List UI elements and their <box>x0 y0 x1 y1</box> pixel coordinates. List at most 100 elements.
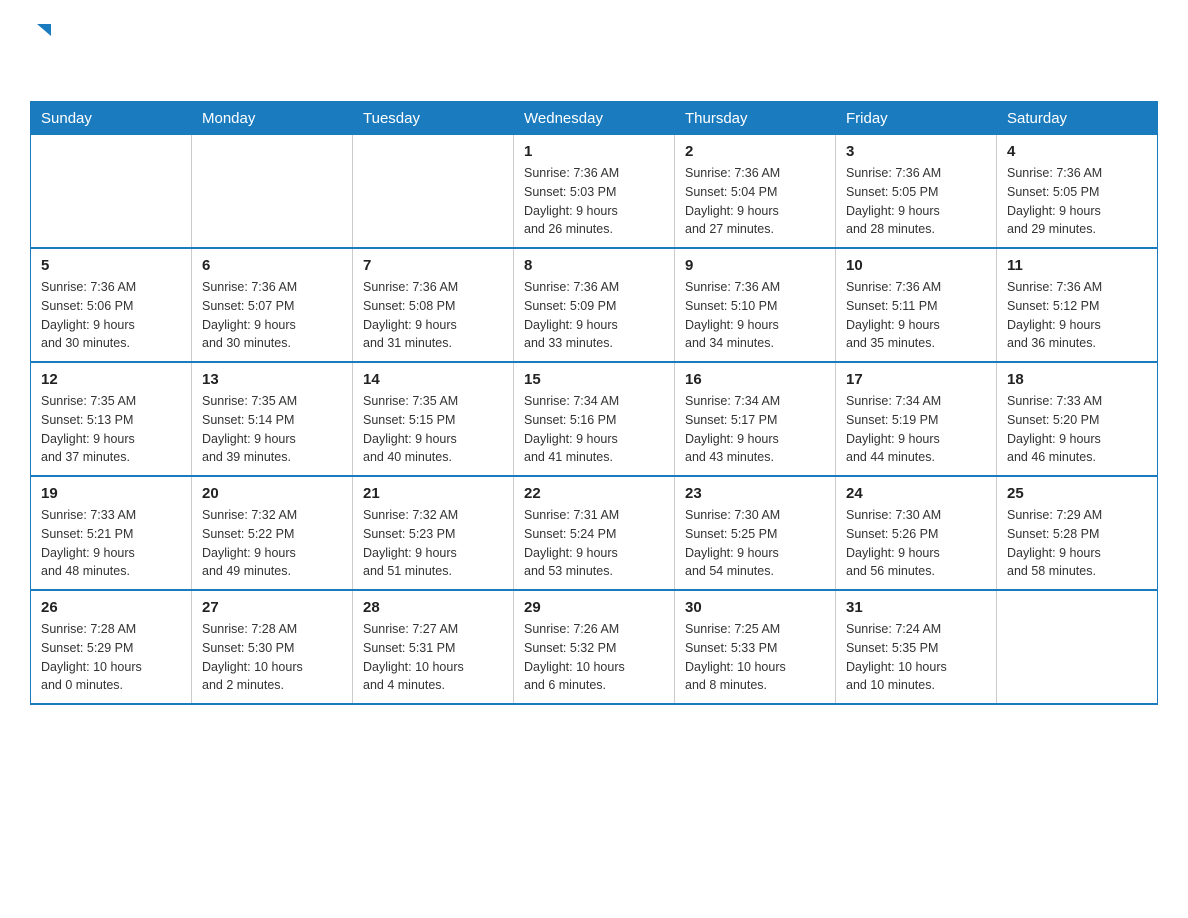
day-number: 26 <box>41 599 181 616</box>
day-info: Sunrise: 7:35 AMSunset: 5:13 PMDaylight:… <box>41 392 181 467</box>
day-info: Sunrise: 7:34 AMSunset: 5:17 PMDaylight:… <box>685 392 825 467</box>
day-number: 9 <box>685 257 825 274</box>
day-number: 4 <box>1007 143 1147 160</box>
day-number: 14 <box>363 371 503 388</box>
calendar-cell: 12 Sunrise: 7:35 AMSunset: 5:13 PMDayligh… <box>31 362 192 476</box>
day-info: Sunrise: 7:36 AMSunset: 5:05 PMDaylight:… <box>1007 164 1147 239</box>
day-number: 25 <box>1007 485 1147 502</box>
day-info: Sunrise: 7:36 AMSunset: 5:12 PMDaylight:… <box>1007 278 1147 353</box>
calendar-body: 1Sunrise: 7:36 AMSunset: 5:03 PMDaylight… <box>31 135 1158 704</box>
day-info: Sunrise: 7:36 AMSunset: 5:11 PMDaylight:… <box>846 278 986 353</box>
calendar-cell: 28 Sunrise: 7:27 AMSunset: 5:31 PMDayligh… <box>353 590 514 704</box>
day-number: 28 <box>363 599 503 616</box>
calendar-cell: 15 Sunrise: 7:34 AMSunset: 5:16 PMDayligh… <box>514 362 675 476</box>
calendar-cell: 2 Sunrise: 7:36 AMSunset: 5:04 PMDaylight… <box>675 135 836 248</box>
day-info: Sunrise: 7:36 AMSunset: 5:09 PMDaylight:… <box>524 278 664 353</box>
day-number: 16 <box>685 371 825 388</box>
day-number: 15 <box>524 371 664 388</box>
calendar-cell: 27 Sunrise: 7:28 AMSunset: 5:30 PMDayligh… <box>192 590 353 704</box>
day-info: Sunrise: 7:29 AMSunset: 5:28 PMDaylight:… <box>1007 506 1147 581</box>
day-number: 5 <box>41 257 181 274</box>
day-info: Sunrise: 7:36 AMSunset: 5:07 PMDaylight:… <box>202 278 342 353</box>
header-saturday: Saturday <box>997 102 1158 136</box>
day-info: Sunrise: 7:34 AMSunset: 5:19 PMDaylight:… <box>846 392 986 467</box>
calendar-cell: 3Sunrise: 7:36 AMSunset: 5:05 PMDaylight… <box>836 135 997 248</box>
calendar-cell: 26 Sunrise: 7:28 AMSunset: 5:29 PMDayligh… <box>31 590 192 704</box>
day-info: Sunrise: 7:36 AMSunset: 5:04 PMDaylight:… <box>685 164 825 239</box>
day-number: 29 <box>524 599 664 616</box>
header-sunday: Sunday <box>31 102 192 136</box>
calendar-cell: 14 Sunrise: 7:35 AMSunset: 5:15 PMDayligh… <box>353 362 514 476</box>
calendar-cell: 24 Sunrise: 7:30 AMSunset: 5:26 PMDayligh… <box>836 476 997 590</box>
calendar-cell: 6 Sunrise: 7:36 AMSunset: 5:07 PMDaylight… <box>192 248 353 362</box>
header-wednesday: Wednesday <box>514 102 675 136</box>
day-number: 18 <box>1007 371 1147 388</box>
day-number: 20 <box>202 485 342 502</box>
calendar-table: SundayMondayTuesdayWednesdayThursdayFrid… <box>30 101 1158 705</box>
day-info: Sunrise: 7:33 AMSunset: 5:21 PMDaylight:… <box>41 506 181 581</box>
day-info: Sunrise: 7:24 AMSunset: 5:35 PMDaylight:… <box>846 620 986 695</box>
calendar-cell: 23 Sunrise: 7:30 AMSunset: 5:25 PMDayligh… <box>675 476 836 590</box>
calendar-cell: 25 Sunrise: 7:29 AMSunset: 5:28 PMDayligh… <box>997 476 1158 590</box>
calendar-cell <box>353 135 514 248</box>
day-number: 6 <box>202 257 342 274</box>
day-number: 22 <box>524 485 664 502</box>
calendar-cell: 29 Sunrise: 7:26 AMSunset: 5:32 PMDayligh… <box>514 590 675 704</box>
calendar-cell: 31Sunrise: 7:24 AMSunset: 5:35 PMDayligh… <box>836 590 997 704</box>
calendar-cell: 19 Sunrise: 7:33 AMSunset: 5:21 PMDayligh… <box>31 476 192 590</box>
day-number: 8 <box>524 257 664 274</box>
day-number: 11 <box>1007 257 1147 274</box>
day-info: Sunrise: 7:36 AMSunset: 5:06 PMDaylight:… <box>41 278 181 353</box>
week-row-3: 12 Sunrise: 7:35 AMSunset: 5:13 PMDayligh… <box>31 362 1158 476</box>
calendar-cell: 5 Sunrise: 7:36 AMSunset: 5:06 PMDaylight… <box>31 248 192 362</box>
calendar-cell: 20 Sunrise: 7:32 AMSunset: 5:22 PMDayligh… <box>192 476 353 590</box>
calendar-cell <box>997 590 1158 704</box>
page-header <box>30 20 1158 83</box>
day-info: Sunrise: 7:26 AMSunset: 5:32 PMDaylight:… <box>524 620 664 695</box>
calendar-cell: 10 Sunrise: 7:36 AMSunset: 5:11 PMDayligh… <box>836 248 997 362</box>
calendar-cell: 4 Sunrise: 7:36 AMSunset: 5:05 PMDaylight… <box>997 135 1158 248</box>
day-info: Sunrise: 7:28 AMSunset: 5:29 PMDaylight:… <box>41 620 181 695</box>
week-row-2: 5 Sunrise: 7:36 AMSunset: 5:06 PMDaylight… <box>31 248 1158 362</box>
day-info: Sunrise: 7:32 AMSunset: 5:23 PMDaylight:… <box>363 506 503 581</box>
header-thursday: Thursday <box>675 102 836 136</box>
day-number: 21 <box>363 485 503 502</box>
calendar-cell: 1Sunrise: 7:36 AMSunset: 5:03 PMDaylight… <box>514 135 675 248</box>
day-info: Sunrise: 7:30 AMSunset: 5:25 PMDaylight:… <box>685 506 825 581</box>
day-number: 10 <box>846 257 986 274</box>
day-number: 27 <box>202 599 342 616</box>
day-info: Sunrise: 7:31 AMSunset: 5:24 PMDaylight:… <box>524 506 664 581</box>
day-info: Sunrise: 7:27 AMSunset: 5:31 PMDaylight:… <box>363 620 503 695</box>
day-info: Sunrise: 7:30 AMSunset: 5:26 PMDaylight:… <box>846 506 986 581</box>
day-number: 7 <box>363 257 503 274</box>
day-number: 13 <box>202 371 342 388</box>
day-info: Sunrise: 7:25 AMSunset: 5:33 PMDaylight:… <box>685 620 825 695</box>
calendar-cell: 9 Sunrise: 7:36 AMSunset: 5:10 PMDaylight… <box>675 248 836 362</box>
calendar-header: SundayMondayTuesdayWednesdayThursdayFrid… <box>31 102 1158 136</box>
day-number: 19 <box>41 485 181 502</box>
day-info: Sunrise: 7:28 AMSunset: 5:30 PMDaylight:… <box>202 620 342 695</box>
calendar-cell: 7 Sunrise: 7:36 AMSunset: 5:08 PMDaylight… <box>353 248 514 362</box>
week-row-1: 1Sunrise: 7:36 AMSunset: 5:03 PMDaylight… <box>31 135 1158 248</box>
day-info: Sunrise: 7:35 AMSunset: 5:15 PMDaylight:… <box>363 392 503 467</box>
calendar-cell: 21 Sunrise: 7:32 AMSunset: 5:23 PMDayligh… <box>353 476 514 590</box>
day-info: Sunrise: 7:32 AMSunset: 5:22 PMDaylight:… <box>202 506 342 581</box>
calendar-cell: 30 Sunrise: 7:25 AMSunset: 5:33 PMDayligh… <box>675 590 836 704</box>
day-info: Sunrise: 7:36 AMSunset: 5:08 PMDaylight:… <box>363 278 503 353</box>
day-info: Sunrise: 7:33 AMSunset: 5:20 PMDaylight:… <box>1007 392 1147 467</box>
calendar-cell <box>192 135 353 248</box>
day-number: 23 <box>685 485 825 502</box>
day-number: 24 <box>846 485 986 502</box>
day-number: 2 <box>685 143 825 160</box>
day-number: 30 <box>685 599 825 616</box>
day-number: 12 <box>41 371 181 388</box>
week-row-5: 26 Sunrise: 7:28 AMSunset: 5:29 PMDayligh… <box>31 590 1158 704</box>
calendar-cell: 18 Sunrise: 7:33 AMSunset: 5:20 PMDayligh… <box>997 362 1158 476</box>
calendar-cell: 8 Sunrise: 7:36 AMSunset: 5:09 PMDaylight… <box>514 248 675 362</box>
calendar-cell: 13 Sunrise: 7:35 AMSunset: 5:14 PMDayligh… <box>192 362 353 476</box>
day-info: Sunrise: 7:36 AMSunset: 5:10 PMDaylight:… <box>685 278 825 353</box>
day-info: Sunrise: 7:35 AMSunset: 5:14 PMDaylight:… <box>202 392 342 467</box>
header-tuesday: Tuesday <box>353 102 514 136</box>
day-info: Sunrise: 7:34 AMSunset: 5:16 PMDaylight:… <box>524 392 664 467</box>
calendar-cell: 22 Sunrise: 7:31 AMSunset: 5:24 PMDayligh… <box>514 476 675 590</box>
